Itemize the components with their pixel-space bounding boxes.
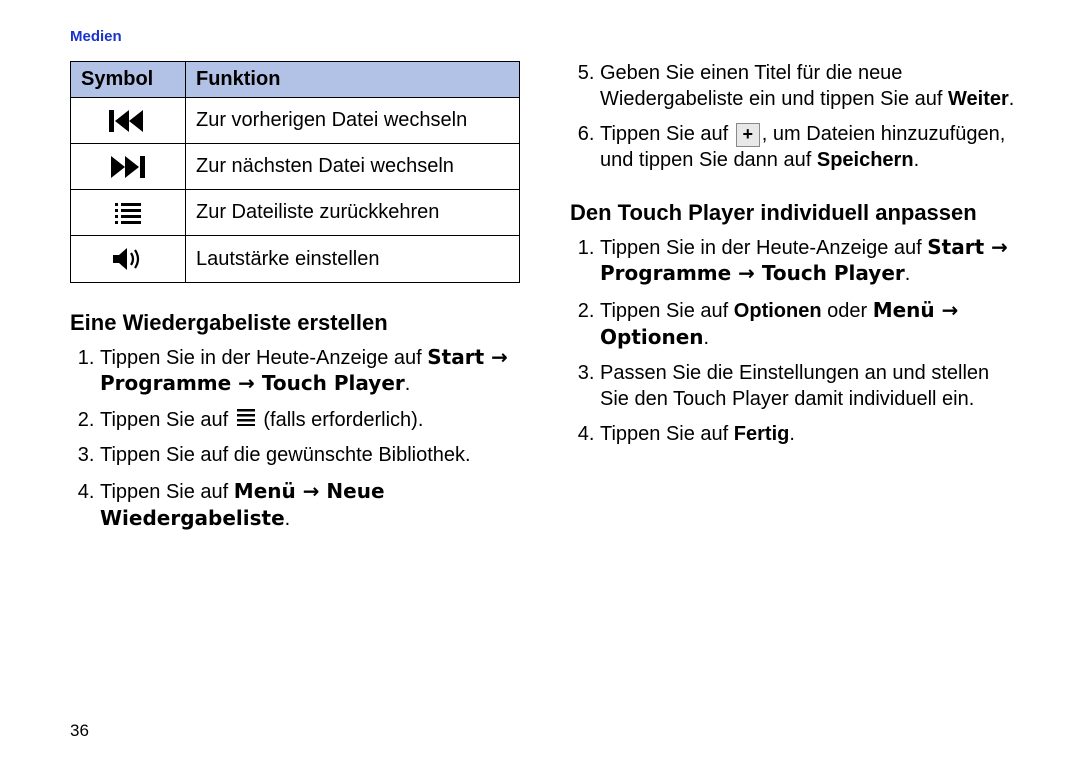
- table-cell-text: Zur nächsten Datei wechseln: [186, 144, 520, 190]
- table-row: Zur nächsten Datei wechseln: [71, 144, 520, 190]
- step-text: Geben Sie einen Titel für die neue Wiede…: [600, 62, 948, 110]
- step-text: .: [285, 508, 291, 530]
- step-text: Tippen Sie auf: [600, 300, 734, 322]
- page: Medien Symbol Funktion: [0, 0, 1080, 765]
- step-bold: Weiter: [948, 88, 1009, 110]
- prev-track-icon: [71, 98, 186, 144]
- two-column-layout: Symbol Funktion: [70, 55, 1020, 542]
- symbol-function-table: Symbol Funktion: [70, 61, 520, 283]
- list-item: Geben Sie einen Titel für die neue Wiede…: [600, 61, 1020, 112]
- step-text: .: [1009, 88, 1015, 110]
- step-text: Tippen Sie in der Heute-Anzeige auf: [600, 237, 927, 259]
- table-row: Lautstärke einstellen: [71, 236, 520, 283]
- create-playlist-steps-continued: Geben Sie einen Titel für die neue Wiede…: [570, 61, 1020, 173]
- volume-icon: [71, 236, 186, 283]
- next-track-icon: [71, 144, 186, 190]
- page-number: 36: [70, 721, 89, 741]
- list-item: Tippen Sie auf die gewünschte Bibliothek…: [100, 443, 520, 469]
- list-item: Tippen Sie auf Menü → Neue Wiedergabelis…: [100, 479, 520, 532]
- plus-icon: +: [736, 123, 760, 147]
- step-text: .: [704, 327, 710, 349]
- create-playlist-steps: Tippen Sie in der Heute-Anzeige auf Star…: [70, 345, 520, 533]
- customize-player-steps: Tippen Sie in der Heute-Anzeige auf Star…: [570, 235, 1020, 448]
- step-text: Tippen Sie auf: [600, 123, 734, 145]
- step-bold: Fertig: [734, 423, 790, 445]
- table-row: Zur vorherigen Datei wechseln: [71, 98, 520, 144]
- table-cell-text: Lautstärke einstellen: [186, 236, 520, 283]
- step-text: .: [905, 263, 911, 285]
- table-head-function: Funktion: [186, 62, 520, 98]
- heading-customize-player: Den Touch Player individuell anpassen: [570, 199, 1020, 227]
- step-bold: Optionen: [734, 300, 822, 322]
- list-lines-icon: [236, 408, 256, 434]
- list-item: Tippen Sie auf Fertig.: [600, 422, 1020, 448]
- step-text: .: [789, 423, 795, 445]
- file-list-icon: [71, 190, 186, 236]
- step-text: (falls erforderlich).: [258, 409, 424, 431]
- table-head-symbol: Symbol: [71, 62, 186, 98]
- list-item: Passen Sie die Einstellungen an und stel…: [600, 361, 1020, 412]
- table-row: Zur Dateiliste zurückkehren: [71, 190, 520, 236]
- table-cell-text: Zur vorherigen Datei wechseln: [186, 98, 520, 144]
- step-bold: Speichern: [817, 149, 914, 171]
- list-item: Tippen Sie auf (falls erforderlich).: [100, 408, 520, 434]
- step-text: .: [405, 373, 411, 395]
- list-item: Tippen Sie auf +, um Dateien hinzuzufüge…: [600, 122, 1020, 173]
- step-text: Tippen Sie auf: [100, 481, 234, 503]
- list-item: Tippen Sie auf Optionen oder Menü → Opti…: [600, 298, 1020, 351]
- list-item: Tippen Sie in der Heute-Anzeige auf Star…: [100, 345, 520, 398]
- table-cell-text: Zur Dateiliste zurückkehren: [186, 190, 520, 236]
- left-column: Symbol Funktion: [70, 55, 520, 542]
- step-text: Tippen Sie auf: [100, 409, 234, 431]
- step-text: Tippen Sie auf: [600, 423, 734, 445]
- step-text: .: [914, 149, 920, 171]
- section-header: Medien: [70, 28, 1020, 45]
- list-item: Tippen Sie in der Heute-Anzeige auf Star…: [600, 235, 1020, 288]
- step-text: Tippen Sie in der Heute-Anzeige auf: [100, 347, 427, 369]
- heading-create-playlist: Eine Wiedergabeliste erstellen: [70, 309, 520, 337]
- step-text: oder: [822, 300, 873, 322]
- right-column: Geben Sie einen Titel für die neue Wiede…: [570, 55, 1020, 542]
